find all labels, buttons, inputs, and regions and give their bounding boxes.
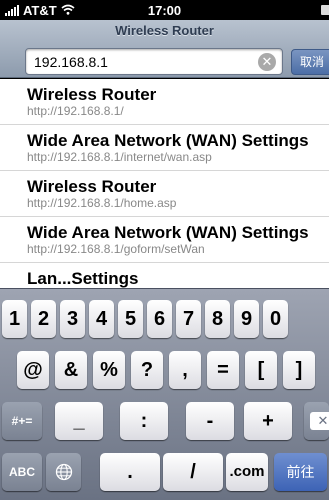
suggestion-item[interactable]: Wireless Router http://192.168.8.1/home.… [0,171,329,217]
delete-backspace-icon[interactable]: ✕ [304,402,329,440]
key-equals[interactable]: = [207,351,239,389]
status-bar: AT&T 17:00 [0,0,329,20]
suggestion-url: http://192.168.8.1/internet/wan.asp [27,150,212,164]
key-1[interactable]: 1 [2,300,27,338]
globe-icon[interactable] [46,453,81,491]
suggestion-item[interactable]: Wireless Router http://192.168.8.1/ [0,79,329,125]
go-button[interactable]: 前往 [274,453,327,491]
key-bracket-open[interactable]: [ [245,351,277,389]
key-percent[interactable]: % [93,351,125,389]
key-question[interactable]: ? [131,351,163,389]
suggestion-title: Lan...Settings [27,269,139,288]
suggestion-item[interactable]: Wide Area Network (WAN) Settings http://… [0,125,329,171]
key-0[interactable]: 0 [263,300,288,338]
status-time: 17:00 [147,3,182,18]
key-9[interactable]: 9 [234,300,259,338]
key-symbols[interactable]: #+= [2,402,42,440]
cancel-button[interactable]: 取消 [291,49,329,75]
battery-icon [321,5,329,15]
key-2[interactable]: 2 [31,300,56,338]
suggestion-list: Wireless Router http://192.168.8.1/ Wide… [0,79,329,288]
page-title: Wireless Router [115,23,214,38]
key-5[interactable]: 5 [118,300,143,338]
suggestion-title: Wireless Router [27,85,157,104]
key-abc[interactable]: ABC [2,453,42,491]
key-plus[interactable]: + [244,402,292,440]
keyboard: 1 2 3 4 5 6 7 8 9 0 @ & % ? , = [ ] #+= … [0,288,329,500]
key-ampersand[interactable]: & [55,351,87,389]
suggestion-url: http://192.168.8.1/home.asp [27,196,177,210]
key-6[interactable]: 6 [147,300,172,338]
suggestion-title: Wireless Router [27,177,157,196]
suggestion-item[interactable]: Lan...Settings [0,269,329,288]
key-bracket-close[interactable]: ] [283,351,315,389]
suggestion-url: http://192.168.8.1/goform/setWan [27,242,205,256]
url-input-value[interactable]: 192.168.8.1 [34,54,108,70]
suggestion-url: http://192.168.8.1/ [27,104,124,118]
key-8[interactable]: 8 [205,300,230,338]
suggestion-item[interactable]: Wide Area Network (WAN) Settings http://… [0,217,329,263]
key-slash[interactable]: / [163,453,223,491]
key-4[interactable]: 4 [89,300,114,338]
key-7[interactable]: 7 [176,300,201,338]
key-minus[interactable]: - [186,402,234,440]
search-header: Wireless Router 192.168.8.1 ✕ 取消 [0,20,329,78]
key-comma[interactable]: , [169,351,201,389]
key-dotcom[interactable]: .com [226,453,268,491]
key-colon[interactable]: : [120,402,168,440]
suggestion-title: Wide Area Network (WAN) Settings [27,131,309,150]
key-underscore[interactable]: _ [55,402,103,440]
key-dot[interactable]: . [100,453,160,491]
suggestion-title: Wide Area Network (WAN) Settings [27,223,309,242]
key-at[interactable]: @ [17,351,49,389]
key-3[interactable]: 3 [60,300,85,338]
url-input[interactable]: 192.168.8.1 ✕ [25,48,283,75]
clear-text-icon[interactable]: ✕ [258,53,276,71]
